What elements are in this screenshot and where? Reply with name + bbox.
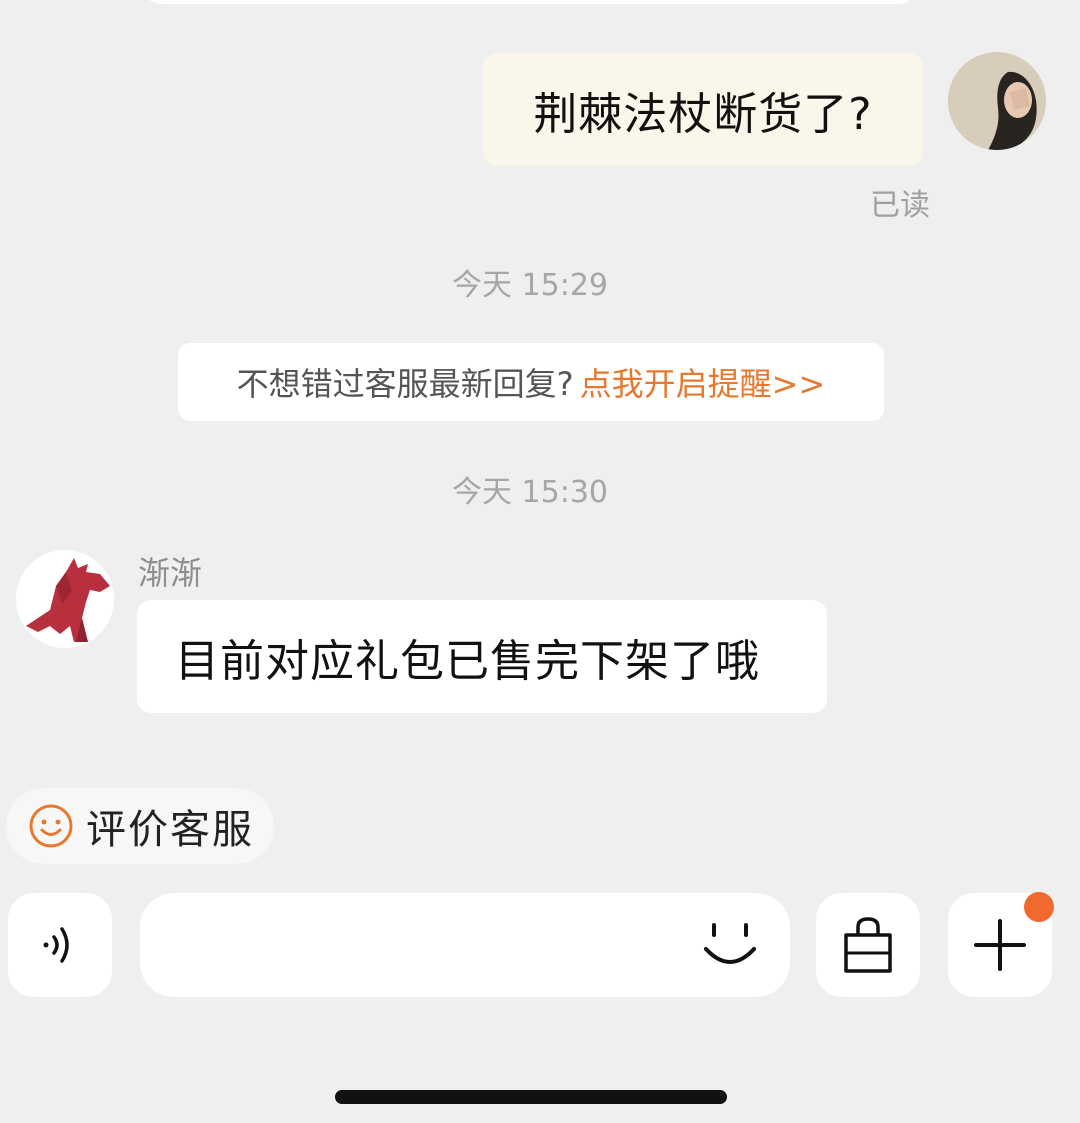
chat-screen: 荆棘法杖断货了? 已读 今天 15:29 不想错过客服最新回复? 点我开启提醒>… xyxy=(0,0,1080,1123)
shopping-bag-icon xyxy=(844,917,892,973)
user-avatar-image xyxy=(948,52,1046,150)
timestamp: 今天 15:30 xyxy=(452,475,608,510)
timestamp: 今天 15:29 xyxy=(452,268,608,303)
smile-icon[interactable] xyxy=(698,913,762,977)
product-button[interactable] xyxy=(816,893,920,997)
outgoing-message-text: 荆棘法杖断货了? xyxy=(533,88,873,140)
previous-message-bubble xyxy=(140,0,920,4)
home-indicator[interactable] xyxy=(335,1090,727,1104)
message-input[interactable] xyxy=(164,893,688,999)
notification-dot xyxy=(1024,892,1054,922)
agent-avatar[interactable] xyxy=(16,550,114,648)
plus-icon xyxy=(974,919,1026,971)
notice-text: 不想错过客服最新回复? xyxy=(236,365,574,403)
outgoing-message-bubble[interactable]: 荆棘法杖断货了? xyxy=(483,53,923,166)
voice-input-button[interactable] xyxy=(8,893,112,997)
incoming-message-bubble[interactable]: 目前对应礼包已售完下架了哦 xyxy=(137,600,827,713)
enable-reminder-link[interactable]: 点我开启提醒>> xyxy=(580,359,826,405)
rate-service-label: 评价客服 xyxy=(86,807,254,853)
user-avatar[interactable] xyxy=(948,52,1046,150)
rate-smile-icon xyxy=(29,804,73,848)
rate-service-button[interactable]: 评价客服 xyxy=(6,788,274,864)
dragon-avatar-image xyxy=(16,550,114,648)
read-status: 已读 xyxy=(870,188,930,223)
reply-reminder-notice: 不想错过客服最新回复? 点我开启提醒>> xyxy=(178,343,884,421)
incoming-message-text: 目前对应礼包已售完下架了哦 xyxy=(175,635,760,687)
message-input-box[interactable] xyxy=(140,893,790,999)
sender-name: 渐渐 xyxy=(138,554,203,592)
voice-icon xyxy=(43,927,69,963)
